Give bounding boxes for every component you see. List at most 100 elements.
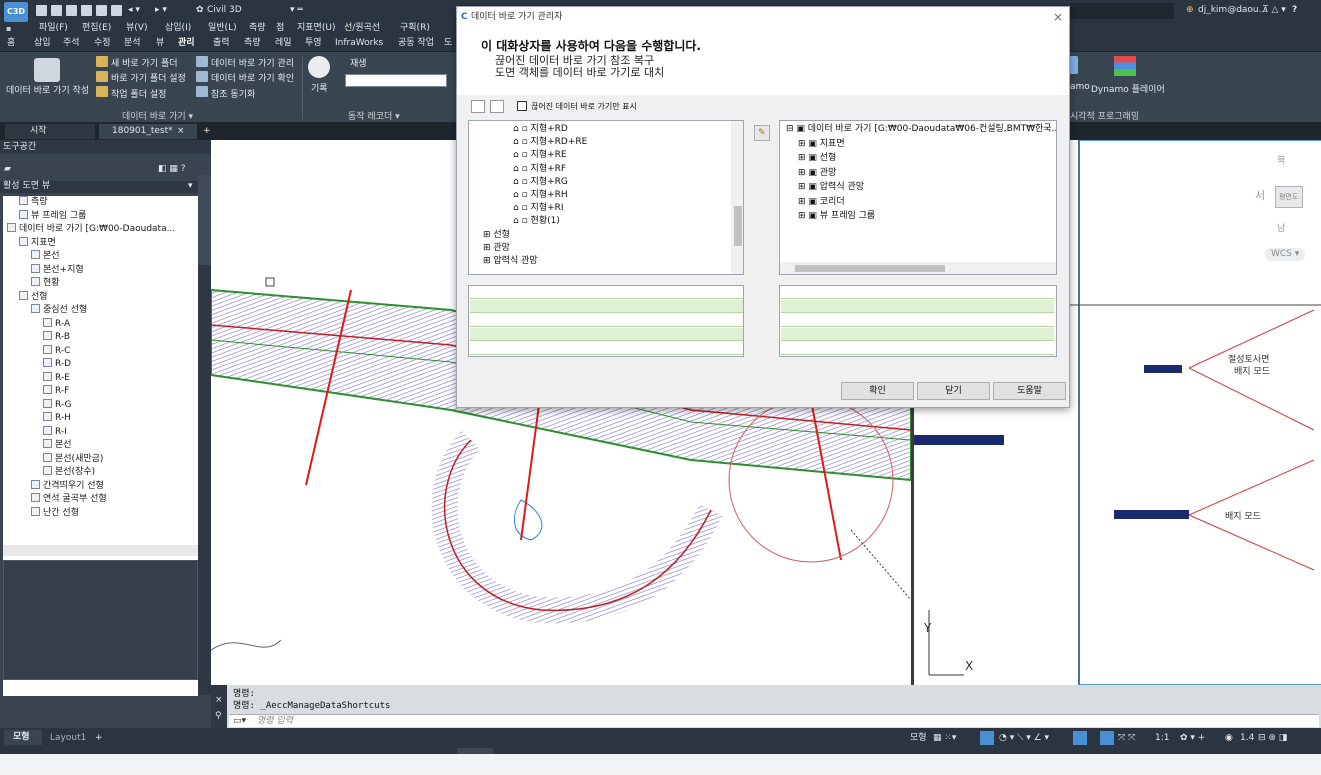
wcs-menu[interactable]: WCS ▾ — [1265, 248, 1305, 261]
tree-item[interactable]: R-C — [43, 344, 70, 357]
validate-data-shortcuts-button[interactable]: 데이터 바로 가기 확인 — [211, 71, 294, 84]
drawing-object-item[interactable]: ⌂ ▫ 현황(1) — [513, 215, 560, 227]
menu-surface[interactable]: 지표면(U) — [297, 23, 335, 34]
user-name[interactable]: dj_kim@daou... — [1198, 5, 1267, 16]
tab-projection[interactable]: 투영 — [305, 38, 322, 49]
search-box[interactable] — [1070, 3, 1174, 19]
tree-item[interactable]: R-H — [43, 412, 71, 424]
menu-point[interactable]: 점 — [276, 23, 284, 34]
action-recorder-panel-label[interactable]: 동작 레코더 ▾ — [348, 109, 400, 122]
object-snap-toggle[interactable] — [1073, 731, 1087, 745]
broken-only-checkbox[interactable] — [517, 101, 527, 111]
shortcut-item[interactable]: ⊞ ▣ 관망 — [798, 167, 836, 179]
shortcut-item[interactable]: ⊞ ▣ 압력식 관망 — [798, 181, 864, 193]
tab-start[interactable]: 시작 — [5, 124, 95, 139]
toolspace-toolbar-icons[interactable]: ◧ ▦ ? — [158, 164, 186, 175]
qat-dropdown-icon[interactable]: ▾ ═ — [290, 5, 303, 16]
tab-document[interactable]: 180901_test* × — [99, 124, 197, 139]
scale-value[interactable]: 1.4 — [1240, 733, 1254, 744]
workspace-gear-icon-status[interactable]: ✿ ▾ + — [1180, 733, 1205, 744]
set-working-folder-button[interactable]: 작업 폴더 설정 — [111, 87, 166, 100]
menu-alignment[interactable]: 선/원곡선 — [344, 23, 380, 34]
close-tab-icon[interactable]: × — [177, 126, 185, 137]
viewcube-north[interactable]: 북 — [1277, 156, 1285, 167]
tree-item[interactable]: 지표면 — [19, 236, 56, 249]
toolspace-menu-icon[interactable]: ▰ — [4, 164, 11, 175]
tree-item[interactable]: 측량 — [19, 196, 48, 208]
tab-modify[interactable]: 수정 — [94, 38, 111, 49]
shortcut-hscrollbar[interactable] — [780, 262, 1056, 274]
drawing-object-item[interactable]: ⌂ ▫ 지형+RF — [513, 163, 566, 175]
tree-item[interactable]: R-D — [43, 358, 71, 370]
tab-rail[interactable]: 레일 — [275, 38, 292, 49]
isolate-icon[interactable]: ◉ — [1225, 733, 1233, 744]
new-tab-button[interactable]: + — [203, 126, 211, 137]
dynamo-button[interactable]: amo — [1070, 82, 1090, 92]
open-icon[interactable] — [51, 5, 62, 16]
app-logo[interactable]: C3D — [4, 2, 28, 22]
tree-item[interactable]: 본선(장수) — [43, 466, 95, 478]
tree-item[interactable]: R-A — [43, 317, 70, 330]
menu-file[interactable]: 파일(F) — [39, 23, 68, 34]
data-shortcuts-panel-label[interactable]: 데이터 바로 가기 ▾ — [122, 109, 193, 122]
viewcube-south[interactable]: 남 — [1277, 224, 1285, 235]
tree-item[interactable]: 본선(새만금) — [43, 452, 103, 465]
tab-home[interactable]: 홈 — [7, 38, 15, 49]
tab-infraworks[interactable]: InfraWorks — [335, 38, 383, 49]
tree-item[interactable]: 본선+지형 — [31, 263, 84, 276]
shortcut-item[interactable]: ⊞ ▣ 뷰 프레임 그룹 — [798, 210, 875, 222]
drawing-object-item[interactable]: ⊞ 선형 — [483, 229, 510, 241]
add-layout-button[interactable]: + — [95, 733, 103, 744]
view-selector[interactable]: 활성 도면 뷰 ▾ — [0, 181, 198, 193]
tree-item[interactable]: 중심선 선형 — [31, 304, 87, 316]
plot-icon[interactable] — [111, 5, 122, 16]
annotation-visibility-toggle[interactable] — [1100, 731, 1114, 745]
tree-item[interactable]: 난간 선형 — [31, 506, 79, 519]
saveas-icon[interactable] — [81, 5, 92, 16]
exchange-icon[interactable]: ⊼ △ ▾ — [1262, 5, 1286, 16]
tab-more[interactable]: 도 — [444, 38, 452, 49]
menu-parcel[interactable]: 구획(R) — [400, 23, 430, 34]
tree-item[interactable]: 선형 — [19, 290, 48, 303]
tab-toolbox[interactable] — [198, 445, 211, 515]
help-icon[interactable]: ? — [1292, 5, 1297, 16]
tree-item[interactable]: R-B — [43, 331, 70, 343]
drawing-object-item[interactable]: ⌂ ▫ 지형+RG — [513, 176, 568, 188]
drawing-object-item[interactable]: ⊞ 압력식 관망 — [483, 255, 538, 267]
shortcut-item[interactable]: ⊞ ▣ 코리더 — [798, 196, 845, 208]
dialog-close-icon[interactable]: × — [1053, 11, 1063, 23]
viewcube-face[interactable]: 평면도 — [1275, 186, 1303, 208]
tab-annotate[interactable]: 주석 — [63, 38, 80, 49]
tab-prospector[interactable] — [198, 175, 211, 265]
tree-item[interactable]: 본선 — [31, 250, 60, 262]
infocenter-icon[interactable]: ⊕ — [1186, 5, 1194, 16]
grid-icon[interactable]: ▦ ⁙▾ — [933, 733, 956, 744]
tree-item[interactable]: R-E — [43, 371, 70, 384]
help-button[interactable]: 도움말 — [993, 382, 1066, 400]
redo-icon[interactable]: ▸ ▾ — [155, 5, 167, 16]
save-icon[interactable] — [66, 5, 77, 16]
tree-item[interactable]: 데이터 바로 가기 [G:₩00-Daoudata... — [7, 223, 175, 235]
shortcut-item[interactable]: ⊟ ▣ 데이터 바로 가기 [G:₩00-Daoudata₩06-컨설팅,BMT… — [786, 123, 1056, 135]
drawing-object-item[interactable]: ⌂ ▫ 지형+RD+RE — [513, 136, 587, 148]
tab-collaborate[interactable]: 공동 작업 — [398, 38, 434, 49]
customize-status-icon[interactable]: ⊟ ⊛ ◨ — [1258, 733, 1287, 744]
macro-select[interactable] — [345, 74, 447, 87]
layout1-tab[interactable]: Layout1 — [50, 733, 86, 744]
new-shortcut-folder-button[interactable]: 새 바로 가기 폴더 — [111, 56, 178, 69]
tree-item[interactable]: 본선 — [43, 439, 72, 451]
shortcut-hscrollbar-thumb[interactable] — [795, 265, 945, 272]
menu-edit[interactable]: 편집(E) — [82, 23, 111, 34]
workspace-gear-icon[interactable]: ✿ — [196, 5, 204, 16]
tree-item[interactable]: 뷰 프레임 그룹 — [19, 209, 86, 222]
model-space-toggle[interactable]: 모형 — [910, 733, 927, 744]
record-button[interactable]: 기록 — [311, 81, 328, 94]
replace-with-shortcut-button[interactable]: ✎ — [754, 125, 770, 141]
collapse-all-icon[interactable] — [490, 100, 504, 113]
command-line-handle[interactable]: × ⚲ — [211, 685, 227, 728]
drawing-object-item[interactable]: ⌂ ▫ 지형+RI — [513, 202, 564, 214]
shortcut-item[interactable]: ⊞ ▣ 선형 — [798, 152, 836, 164]
menu-insert[interactable]: 삽입(I) — [165, 23, 191, 34]
dynamo-player-button[interactable]: Dynamo 플레이어 — [1091, 82, 1165, 95]
viewcube-west[interactable]: 서 — [1255, 190, 1265, 201]
